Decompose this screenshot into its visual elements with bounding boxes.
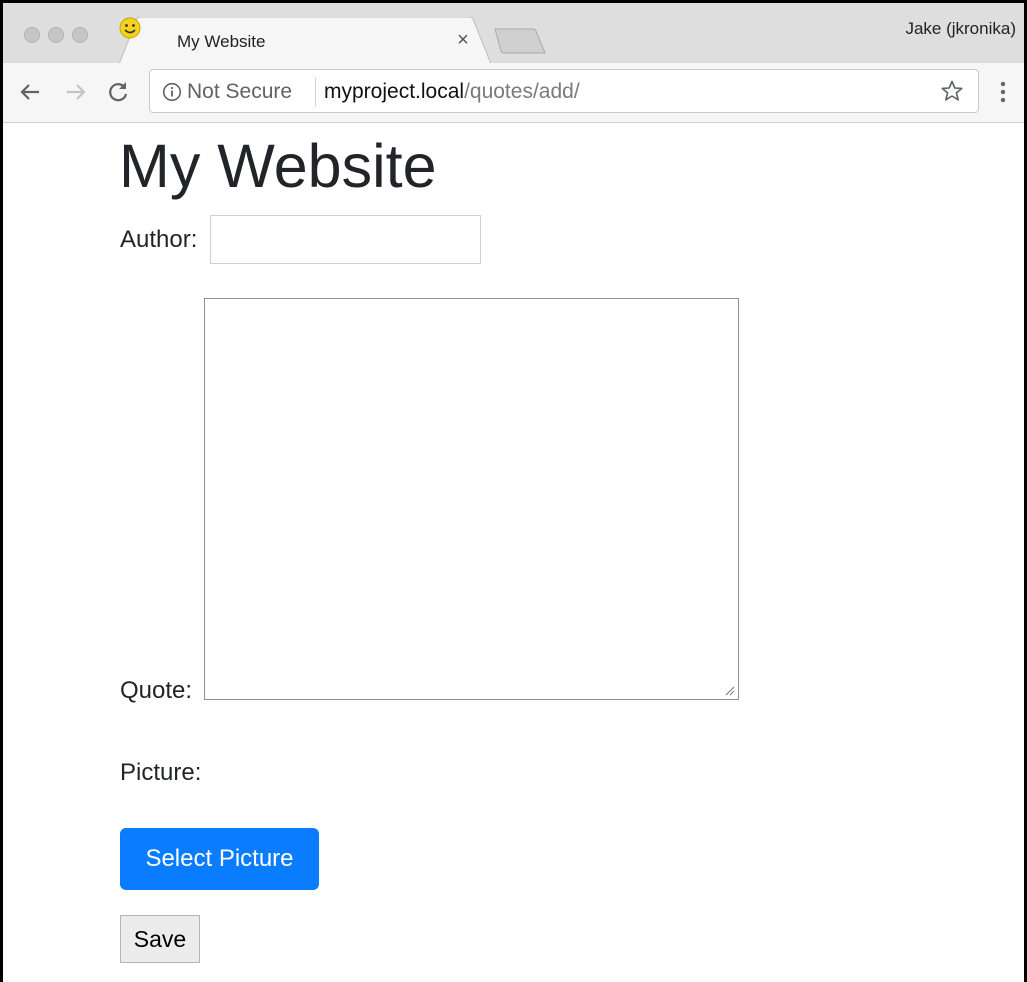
tab-shape [119, 17, 491, 64]
window-close-button[interactable] [24, 27, 40, 43]
url-text[interactable]: myproject.local/quotes/add/ [324, 80, 580, 104]
kebab-menu-icon[interactable] [996, 79, 1010, 107]
reload-icon[interactable] [105, 79, 131, 105]
star-icon[interactable] [940, 79, 964, 103]
tab-close-button[interactable]: × [453, 28, 473, 52]
url-host: myproject.local [324, 80, 465, 103]
address-bar[interactable]: Not Secure myproject.local/quotes/add/ [149, 69, 979, 113]
select-picture-button[interactable]: Select Picture [120, 828, 319, 890]
author-input[interactable] [210, 215, 481, 264]
profile-name[interactable]: Jake (jkronika) [905, 19, 1016, 39]
back-arrow-icon[interactable] [17, 79, 43, 105]
tab-strip: My Website × Jake (jkronika) [3, 3, 1024, 64]
tab-title: My Website [177, 32, 266, 51]
smiley-icon [119, 17, 141, 39]
browser-toolbar: Not Secure myproject.local/quotes/add/ [3, 63, 1024, 123]
quote-label: Quote: [120, 677, 193, 704]
page-title: My Website [119, 132, 437, 200]
save-button[interactable]: Save [120, 915, 200, 963]
window-maximize-button[interactable] [72, 27, 88, 43]
tab-my-website[interactable]: My Website × [119, 17, 491, 64]
resize-grip-icon[interactable] [723, 684, 735, 696]
new-tab-button[interactable] [493, 27, 551, 55]
quote-textarea[interactable] [204, 298, 739, 700]
window-minimize-button[interactable] [48, 27, 64, 43]
url-path: /quotes/add/ [464, 80, 580, 103]
security-label[interactable]: Not Secure [187, 80, 292, 104]
author-label: Author: [120, 226, 198, 253]
forward-arrow-icon[interactable] [63, 79, 89, 105]
omnibox-divider [315, 77, 316, 107]
info-icon[interactable] [162, 82, 182, 102]
picture-label: Picture: [120, 759, 202, 786]
